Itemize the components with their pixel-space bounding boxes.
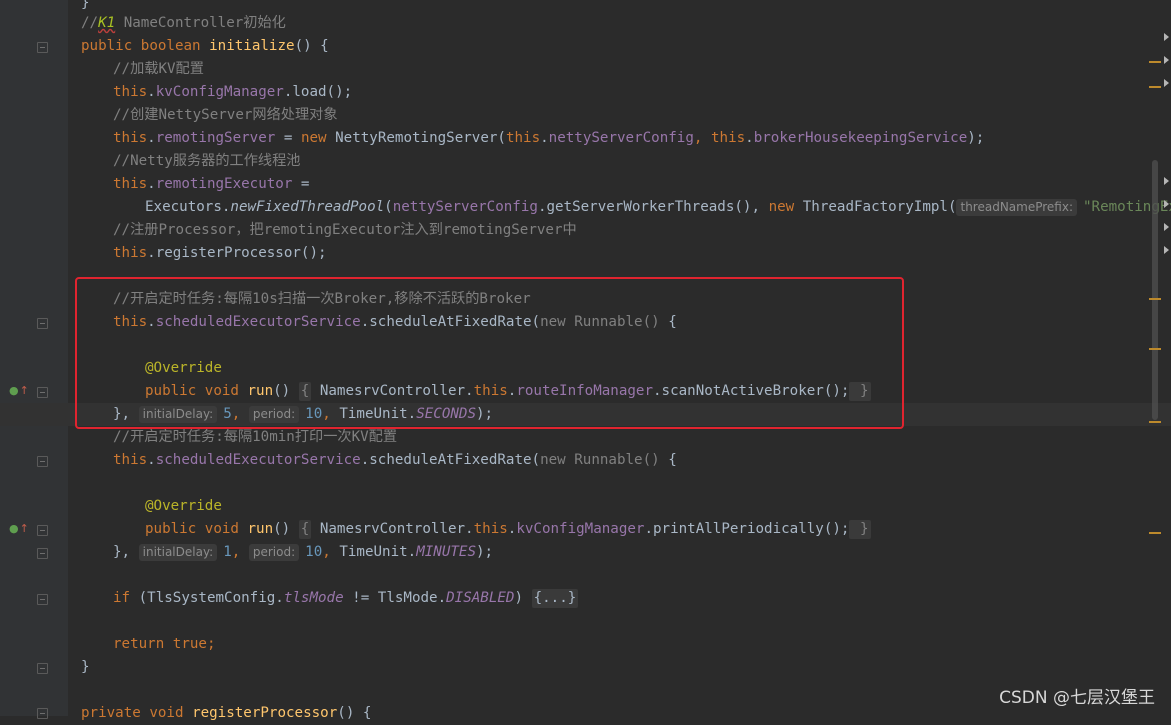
code-line: this.remotingExecutor = xyxy=(113,176,310,192)
code-line: private void registerProcessor() { xyxy=(81,705,372,721)
code-line: //开启定时任务:每隔10min打印一次KV配置 xyxy=(113,429,398,445)
param-hint: threadNamePrefix: xyxy=(956,199,1078,216)
code-line: public void run() { NamesrvController.th… xyxy=(145,520,871,539)
scroll-arrow-icon[interactable] xyxy=(1164,223,1169,231)
vertical-scrollbar[interactable] xyxy=(1152,160,1158,420)
warning-marker[interactable] xyxy=(1149,298,1161,300)
warning-marker[interactable] xyxy=(1149,61,1161,63)
watermark: CSDN @七层汉堡王 xyxy=(999,688,1155,708)
scroll-arrow-icon[interactable] xyxy=(1164,56,1169,64)
param-hint: period: xyxy=(248,544,300,561)
warning-marker[interactable] xyxy=(1149,532,1161,534)
code-line: if (TlsSystemConfig.tlsMode != TlsMode.D… xyxy=(113,589,579,608)
code-line: @Override xyxy=(145,498,222,514)
code-line: this.kvConfigManager.load(); xyxy=(113,84,353,100)
code-line: Executors.newFixedThreadPool(nettyServer… xyxy=(145,199,1171,216)
code-line: this.scheduledExecutorService.scheduleAt… xyxy=(113,452,677,468)
scroll-arrow-icon[interactable] xyxy=(1164,177,1169,185)
scroll-arrow-icon[interactable] xyxy=(1164,246,1169,254)
code-line: //加载KV配置 xyxy=(113,61,204,77)
code-line: //Netty服务器的工作线程池 xyxy=(113,153,301,169)
scroll-arrow-icon[interactable] xyxy=(1164,79,1169,87)
code-line: //创建NettyServer网络处理对象 xyxy=(113,107,338,123)
code-line: //注册Processor，把remotingExecutor注入到remoti… xyxy=(113,222,577,238)
code-line: return true; xyxy=(113,636,216,652)
code-line: //K1 NameController初始化 xyxy=(81,15,286,31)
code-line: public boolean initialize() { xyxy=(81,38,329,54)
folded-block[interactable]: {...} xyxy=(531,589,579,608)
code-line: this.registerProcessor(); xyxy=(113,245,327,261)
code-line: }, initialDelay: 1, period: 10, TimeUnit.M… xyxy=(113,544,494,561)
warning-marker[interactable] xyxy=(1149,421,1161,423)
warning-marker[interactable] xyxy=(1149,86,1161,88)
code-line: } xyxy=(81,659,90,675)
scroll-arrow-icon[interactable] xyxy=(1164,200,1169,208)
scroll-arrow-icon[interactable] xyxy=(1164,33,1169,41)
param-hint: initialDelay: xyxy=(138,544,218,561)
code-line: this.remotingServer = new NettyRemotingS… xyxy=(113,130,985,146)
warning-marker[interactable] xyxy=(1149,348,1161,350)
highlight-box xyxy=(75,277,904,429)
